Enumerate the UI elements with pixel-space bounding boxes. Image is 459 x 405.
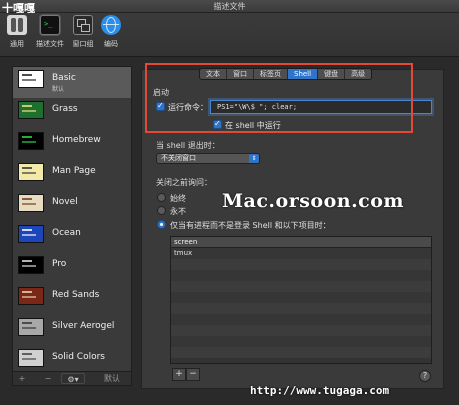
window-title: 描述文件 — [213, 2, 246, 11]
ask-never-label: 永不 — [170, 207, 186, 216]
table-row[interactable] — [171, 314, 431, 325]
table-row[interactable] — [171, 325, 431, 336]
profile-preview-thumbnail — [18, 349, 44, 367]
profile-list-item[interactable]: Silver Aerogel — [13, 315, 131, 346]
profile-name: Homebrew — [52, 135, 101, 145]
profile-name: Basic — [52, 73, 76, 83]
profile-name: Solid Colors — [52, 352, 105, 362]
profile-name: Man Page — [52, 166, 96, 176]
process-exclusion-table: screen tmux — [170, 236, 432, 364]
toolbar: 通用 >_ 描述文件 窗口组 编码 — [0, 13, 459, 57]
remove-profile-button[interactable]: − — [41, 373, 55, 384]
table-row[interactable]: screen — [171, 237, 431, 248]
table-row[interactable] — [171, 281, 431, 292]
profile-list-item[interactable]: Homebrew — [13, 129, 131, 160]
profile-actions-gear-icon[interactable]: ⚙▾ — [61, 373, 85, 384]
profile-list-item[interactable]: Grass — [13, 98, 131, 129]
profile-preview-thumbnail — [18, 194, 44, 212]
profile-name: Silver Aerogel — [52, 321, 115, 331]
ask-conditional-label: 仅当有进程而不是登录 Shell 和以下项目时： — [170, 221, 331, 230]
toolbar-window-groups-button[interactable]: 窗口组 — [68, 15, 98, 55]
ask-always-label: 始终 — [170, 194, 186, 203]
profile-name: Ocean — [52, 228, 81, 238]
toolbar-profiles-label: 描述文件 — [36, 40, 64, 48]
profile-preview-thumbnail — [18, 132, 44, 150]
profile-default-badge: 默认 — [52, 86, 65, 93]
profile-list-item[interactable]: Solid Colors — [13, 346, 131, 371]
toolbar-encodings-button[interactable]: 编码 — [96, 15, 126, 55]
profiles-list: Basic 默认 Grass Homebrew Man Page Novel Ocean Pr… — [12, 66, 132, 372]
profile-name: Pro — [52, 259, 67, 269]
toolbar-general-label: 通用 — [10, 40, 24, 48]
profile-list-item[interactable]: Ocean — [13, 222, 131, 253]
profile-list-item[interactable]: Novel — [13, 191, 131, 222]
help-icon[interactable]: ? — [419, 370, 431, 382]
watermark-center: Mac.orsoon.com — [222, 190, 405, 212]
profile-preview-thumbnail — [18, 101, 44, 119]
ask-always-radio[interactable] — [157, 193, 166, 202]
profile-preview-thumbnail — [18, 256, 44, 274]
add-process-button[interactable]: + — [172, 368, 186, 381]
toolbar-general-button[interactable]: 通用 — [2, 15, 32, 55]
remove-process-button[interactable]: − — [186, 368, 200, 381]
highlight-annotation-box — [145, 63, 413, 133]
profile-preview-thumbnail — [18, 318, 44, 336]
window-group-icon — [73, 15, 93, 35]
ask-never-radio[interactable] — [157, 206, 166, 215]
table-row[interactable] — [171, 259, 431, 270]
table-row[interactable]: tmux — [171, 248, 431, 259]
table-row[interactable] — [171, 336, 431, 347]
ask-before-closing-label: 关闭之前询问： — [156, 178, 212, 187]
profile-name: Grass — [52, 104, 78, 114]
on-exit-select[interactable]: 不关闭窗口 ⇕ — [156, 153, 260, 164]
profile-list-item[interactable]: Pro — [13, 253, 131, 284]
profile-preview-thumbnail — [18, 287, 44, 305]
add-profile-button[interactable]: + — [15, 373, 29, 384]
profile-list-item[interactable]: Red Sands — [13, 284, 131, 315]
on-exit-label: 当 shell 退出时： — [156, 141, 220, 150]
chevron-updown-icon: ⇕ — [249, 154, 259, 163]
profile-name: Novel — [52, 197, 78, 207]
profile-list-item[interactable]: Man Page — [13, 160, 131, 191]
table-row[interactable] — [171, 292, 431, 303]
on-exit-selected-value: 不关闭窗口 — [161, 154, 196, 162]
switch-icon — [7, 15, 27, 35]
globe-icon — [101, 15, 121, 35]
table-row[interactable] — [171, 270, 431, 281]
toolbar-window-groups-label: 窗口组 — [72, 40, 94, 48]
toolbar-encodings-label: 编码 — [104, 40, 118, 48]
profile-preview-thumbnail — [18, 225, 44, 243]
profiles-list-footer: + − ⚙▾ 默认 — [12, 372, 132, 386]
set-default-button[interactable]: 默认 — [97, 373, 127, 384]
toolbar-profiles-button[interactable]: >_ 描述文件 — [33, 15, 67, 55]
terminal-icon: >_ — [40, 15, 60, 35]
profile-preview-thumbnail — [18, 163, 44, 181]
watermark-bottom: http://www.tugaga.com — [250, 384, 390, 397]
title-bar: 描述文件 — [0, 0, 459, 13]
ask-conditional-radio[interactable] — [157, 220, 166, 229]
table-row[interactable] — [171, 347, 431, 358]
profile-list-item[interactable]: Basic 默认 — [13, 67, 131, 98]
table-row[interactable] — [171, 303, 431, 314]
profile-preview-thumbnail — [18, 70, 44, 88]
profile-name: Red Sands — [52, 290, 100, 300]
